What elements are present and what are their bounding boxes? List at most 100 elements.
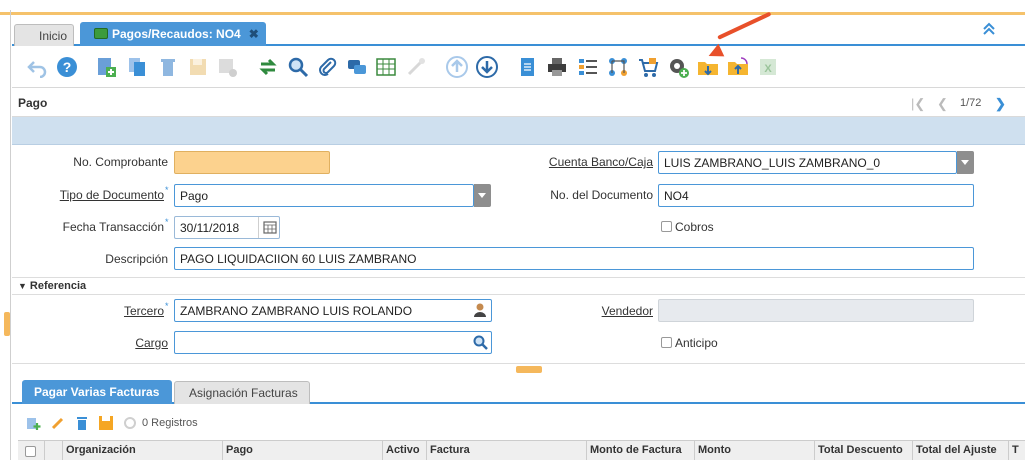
calendar-icon[interactable] — [258, 217, 280, 238]
parent-record-icon[interactable] — [446, 56, 468, 78]
grid-col-organizacion[interactable]: Organización — [66, 444, 136, 456]
grid-col-monto[interactable]: Monto — [698, 444, 731, 456]
svg-text:?: ? — [63, 59, 72, 75]
header-band — [12, 117, 1025, 145]
chat-icon[interactable] — [346, 56, 368, 78]
grid-column-divider — [1008, 440, 1009, 460]
grid-delete-icon[interactable] — [74, 415, 90, 434]
zoom-across-icon[interactable] — [405, 56, 427, 78]
no-documento-field[interactable]: NO4 — [658, 184, 974, 207]
grid-column-divider — [62, 440, 63, 460]
record-header-bar — [12, 89, 1025, 117]
tercero-field[interactable]: ZAMBRANO ZAMBRANO LUIS ROLANDO — [174, 299, 492, 322]
close-tab-icon[interactable]: ✖ — [249, 27, 259, 41]
no-comprobante-field[interactable] — [174, 151, 330, 174]
tab-active-label: Pagos/Recaudos: NO4 — [112, 27, 241, 41]
cash-icon — [94, 28, 108, 39]
product-info-icon[interactable] — [577, 56, 599, 78]
delete-icon[interactable] — [157, 56, 179, 78]
grid-column-divider — [44, 440, 45, 460]
cargo-label[interactable]: Cargo — [40, 336, 168, 350]
vendedor-field — [658, 299, 974, 322]
grid-column-divider — [382, 440, 383, 460]
first-record-icon[interactable]: |❮ — [911, 96, 925, 112]
grid-column-divider — [912, 440, 913, 460]
grid-col-pago[interactable]: Pago — [226, 444, 253, 456]
save-new-icon[interactable] — [216, 56, 238, 78]
refresh-icon[interactable] — [257, 56, 279, 78]
collapse-header-icon[interactable] — [982, 22, 996, 41]
cobros-label: Cobros — [675, 220, 714, 234]
detail-record-icon[interactable] — [476, 56, 498, 78]
copy-icon[interactable] — [126, 56, 148, 78]
tab-pagar-varias-facturas[interactable]: Pagar Varias Facturas — [22, 380, 172, 404]
descripcion-label: Descripción — [105, 252, 168, 266]
cuenta-banco-select[interactable]: LUIS ZAMBRANO_LUIS ZAMBRANO_0 — [658, 151, 957, 174]
grid-column-divider — [426, 440, 427, 460]
import-icon[interactable] — [727, 56, 749, 78]
grid-record-count: 0 Registros — [142, 417, 198, 429]
cuenta-banco-dropdown-icon[interactable] — [957, 151, 974, 174]
no-comprobante-label: No. Comprobante — [73, 155, 168, 169]
tipo-documento-label[interactable]: Tipo de Documento — [40, 188, 164, 202]
fecha-transaccion-label: Fecha Transacción — [62, 220, 164, 234]
new-record-icon[interactable] — [95, 56, 117, 78]
tab-inicio-label: Inicio — [39, 29, 68, 43]
grid-new-icon[interactable] — [25, 415, 41, 434]
workflow-icon[interactable] — [607, 56, 629, 78]
process-icon[interactable] — [667, 56, 689, 78]
no-documento-label: No. del Documento — [550, 188, 653, 202]
cobros-checkbox[interactable] — [661, 221, 672, 232]
required-marker: * — [165, 185, 169, 195]
shopping-cart-icon[interactable] — [637, 56, 659, 78]
cuenta-banco-label[interactable]: Cuenta Banco/Caja — [500, 155, 653, 169]
grid-refresh-icon[interactable] — [123, 416, 137, 433]
referencia-section-header[interactable]: ▼ Referencia — [12, 277, 1025, 295]
grid-column-divider — [586, 440, 587, 460]
grid-col-t[interactable]: T — [1012, 444, 1019, 456]
tab-inicio[interactable]: Inicio — [14, 24, 74, 46]
print-icon[interactable] — [546, 56, 568, 78]
tipo-documento-select[interactable]: Pago — [174, 184, 474, 207]
report-icon[interactable] — [517, 56, 539, 78]
undo-icon[interactable] — [26, 56, 48, 79]
help-icon[interactable]: ? — [56, 56, 78, 78]
grid-column-divider — [694, 440, 695, 460]
grid-col-monto-factura[interactable]: Monto de Factura — [590, 444, 682, 456]
anticipo-label: Anticipo — [675, 336, 718, 350]
anticipo-checkbox[interactable] — [661, 337, 672, 348]
grid-col-activo[interactable]: Activo — [386, 444, 420, 456]
grid-column-divider — [814, 440, 815, 460]
grid-toggle-icon[interactable] — [375, 56, 397, 78]
svg-text:X: X — [764, 63, 772, 75]
grid-col-factura[interactable]: Factura — [430, 444, 470, 456]
record-counter: 1/72 — [960, 97, 982, 109]
search-icon[interactable] — [287, 56, 309, 78]
previous-record-icon[interactable]: ❮ — [937, 96, 948, 112]
excel-icon[interactable]: X — [757, 56, 779, 78]
grid-select-all-checkbox[interactable] — [25, 446, 36, 457]
grid-save-icon[interactable] — [98, 415, 114, 434]
grid-col-total-descuento[interactable]: Total Descuento — [818, 444, 903, 456]
tipo-documento-dropdown-icon[interactable] — [474, 184, 491, 207]
side-panel-toggle[interactable] — [4, 312, 10, 336]
grid-edit-icon[interactable] — [50, 415, 66, 434]
next-record-icon[interactable]: ❯ — [995, 96, 1006, 112]
attachment-icon[interactable] — [316, 56, 338, 78]
save-icon[interactable] — [187, 56, 209, 78]
record-title: Pago — [18, 96, 48, 110]
tercero-label[interactable]: Tercero — [40, 304, 164, 318]
person-icon[interactable] — [472, 302, 488, 321]
descripcion-field[interactable]: PAGO LIQUIDACIION 60 LUIS ZAMBRANO — [174, 247, 974, 270]
cargo-field[interactable] — [174, 331, 492, 354]
tab-asignacion-facturas[interactable]: Asignación Facturas — [174, 381, 310, 404]
grid-column-divider — [222, 440, 223, 460]
required-marker: * — [165, 217, 169, 227]
collapse-triangle-icon: ▼ — [18, 281, 27, 291]
required-marker: * — [165, 301, 169, 311]
grid-col-total-ajuste[interactable]: Total del Ajuste — [916, 444, 997, 456]
vendedor-label[interactable]: Vendedor — [500, 304, 653, 318]
search-icon[interactable] — [473, 335, 488, 353]
splitter-handle[interactable] — [516, 366, 542, 373]
tab-pagos-recaudos[interactable]: Pagos/Recaudos: NO4 ✖ — [80, 22, 266, 46]
